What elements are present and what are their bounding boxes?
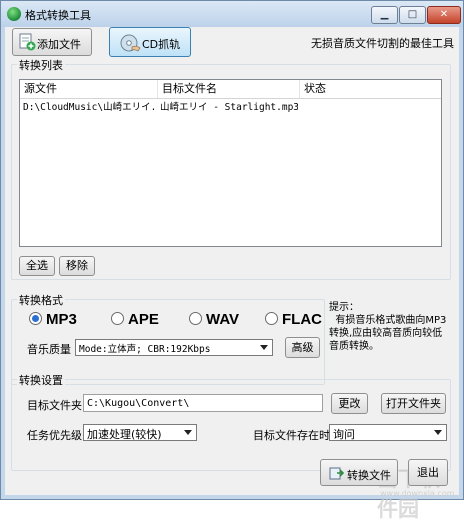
chevron-down-icon (260, 345, 268, 350)
cd-rip-button[interactable]: CD抓轨 (109, 27, 191, 57)
priority-label: 任务优先级 (27, 429, 82, 442)
add-file-button[interactable]: 添加文件 (12, 28, 92, 56)
add-file-icon (19, 33, 36, 51)
radio-ape-label: APE (128, 311, 159, 328)
exists-label: 目标文件存在时 (253, 429, 330, 442)
column-target[interactable]: 目标文件名 (158, 80, 300, 98)
quality-value: Mode:立体声; CBR:192Kbps (79, 344, 211, 355)
app-window: 格式转换工具 ▁ □ ✕ 添加文件 CD抓轨 无损音质文件切割的最佳工具 转换列… (0, 0, 464, 521)
target-folder-input[interactable] (83, 394, 323, 412)
watermark-url: www.downxia.com (380, 489, 455, 498)
open-folder-button[interactable]: 打开文件夹 (381, 393, 446, 414)
advanced-button[interactable]: 高级 (285, 337, 320, 358)
target-folder-label: 目标文件夹 (27, 399, 82, 412)
tagline: 无损音质文件切割的最佳工具 (311, 37, 454, 50)
target-folder-field[interactable] (84, 395, 322, 411)
cd-icon (120, 34, 141, 52)
convert-button[interactable]: 转换文件 (320, 459, 398, 486)
exists-value: 询问 (333, 428, 355, 441)
radio-flac-label: FLAC (282, 311, 322, 328)
radio-flac-indicator (265, 312, 278, 325)
radio-mp3[interactable]: MP3 (29, 311, 77, 328)
format-hint: 提示： 有损音乐格式歌曲向MP3转换,应由较高音质向较低音质转换。 (329, 302, 447, 352)
radio-mp3-label: MP3 (46, 311, 77, 328)
title-bar[interactable]: 格式转换工具 ▁ □ ✕ (1, 1, 463, 27)
radio-ape-indicator (111, 312, 124, 325)
chevron-down-icon (434, 430, 442, 435)
table-row[interactable]: D:\CloudMusic\山崎エリイ.. 山崎エリイ - Starlight.… (20, 100, 441, 116)
radio-wav[interactable]: WAV (189, 311, 239, 328)
radio-wav-indicator (189, 312, 202, 325)
radio-wav-label: WAV (206, 311, 240, 328)
cd-rip-label: CD抓轨 (142, 38, 181, 51)
client-area: 添加文件 CD抓轨 无损音质文件切割的最佳工具 转换列表 源文件 目标文件名 状… (5, 27, 459, 521)
settings-title: 转换设置 (17, 372, 65, 388)
minimize-button[interactable]: ▁ (371, 6, 398, 24)
format-title: 转换格式 (17, 292, 65, 308)
file-list[interactable]: 源文件 目标文件名 状态 D:\CloudMusic\山崎エリイ.. 山崎エリイ… (19, 79, 442, 247)
add-file-label: 添加文件 (37, 38, 81, 51)
list-header: 源文件 目标文件名 状态 (20, 80, 441, 99)
column-source[interactable]: 源文件 (20, 80, 158, 98)
radio-ape[interactable]: APE (111, 311, 159, 328)
select-all-button[interactable]: 全选 (19, 256, 55, 276)
convert-icon (329, 467, 345, 480)
priority-value: 加速处理(较快) (87, 428, 162, 441)
priority-select[interactable]: 加速处理(较快) (83, 424, 197, 441)
column-status[interactable]: 状态 (300, 80, 441, 98)
window-title: 格式转换工具 (25, 9, 91, 22)
radio-mp3-indicator (29, 312, 42, 325)
maximize-button[interactable]: □ (399, 6, 426, 24)
change-button[interactable]: 更改 (331, 393, 368, 414)
radio-flac[interactable]: FLAC (265, 311, 322, 328)
exists-select[interactable]: 询问 (329, 424, 447, 441)
convert-label: 转换文件 (347, 469, 391, 482)
row-source: D:\CloudMusic\山崎エリイ.. (23, 102, 158, 113)
remove-button[interactable]: 移除 (59, 256, 95, 276)
quality-select[interactable]: Mode:立体声; CBR:192Kbps (75, 339, 273, 356)
row-target: 山崎エリイ - Starlight.mp3 (160, 102, 298, 113)
quality-label: 音乐质量 (27, 343, 71, 356)
app-icon (7, 7, 21, 21)
chevron-down-icon (184, 430, 192, 435)
conversion-list-title: 转换列表 (17, 57, 65, 73)
exit-button[interactable]: 退出 (408, 459, 448, 486)
close-button[interactable]: ✕ (427, 6, 461, 24)
